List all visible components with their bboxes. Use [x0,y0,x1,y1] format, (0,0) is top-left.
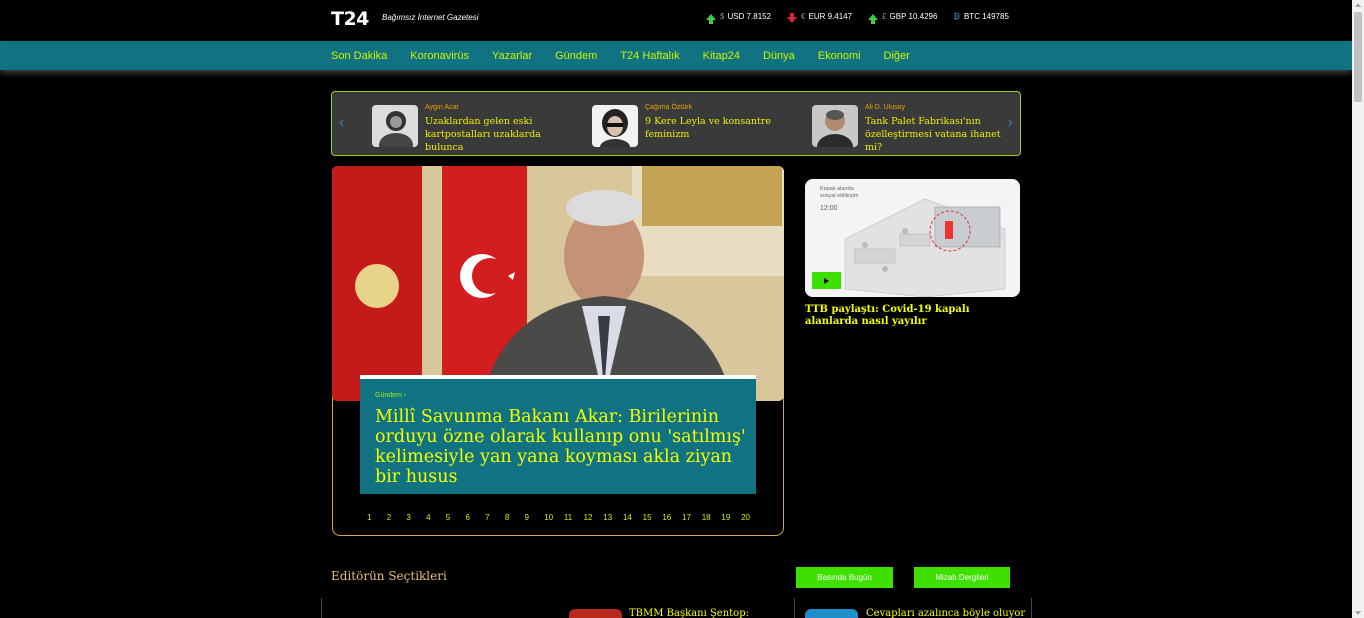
pager-item[interactable]: 3 [406,513,426,522]
pager-item[interactable]: 4 [426,513,446,522]
arrow-up-icon [706,13,716,24]
article-title[interactable]: TBMM Başkanı Şentop: [629,608,749,618]
headline-card[interactable]: Gündem › Millî Savunma Bakanı Akar: Biri… [360,375,756,494]
site-tagline: Bağımsız İnternet Gazetesi [382,13,479,22]
columnist-item[interactable]: Aygın Acar Uzaklardan gelen eski kartpos… [372,104,572,157]
nav-item-t24-haftalik[interactable]: T24 Haftalık [620,50,679,62]
pager-item[interactable]: 5 [446,513,466,522]
dollar-icon: $ [720,12,725,21]
article-title[interactable]: Cevapları azalınca böyle oluyor [866,608,1025,618]
rate-btc-label: BTC 149785 [963,12,1009,21]
scroll-thumb[interactable] [1354,12,1362,102]
chevron-left-icon[interactable]: ‹ [339,114,344,132]
pager-item[interactable]: 18 [702,513,722,522]
column-title[interactable]: 9 Kere Leyla ve konsantre feminizm [645,115,783,141]
mizah-dergileri-button[interactable]: Mizah Dergileri [914,567,1010,588]
pager-item[interactable]: 7 [485,513,505,522]
author-photo [812,105,858,160]
rate-btc: ₿ BTC 149785 [953,12,1008,21]
page-scrollbar[interactable] [1352,0,1364,618]
pager-item[interactable]: 17 [682,513,702,522]
pager-item[interactable]: 10 [544,513,564,522]
rate-gbp-label: GBP 10.4296 [889,12,938,21]
currency-rates: $ USD 7.8152 € EUR 9.4147 £ GBP 10.4296 … [706,12,1009,24]
arrow-up-icon [868,13,879,24]
euro-icon: € [801,12,806,21]
basinda-bugun-button[interactable]: Basında Bugün [796,567,893,588]
video-overlay-label: Kapalı alanda sosyal etkileşim [820,186,859,199]
pager-item[interactable]: 2 [387,513,407,522]
headline-pager: 1 2 3 4 5 6 7 8 9 10 11 12 13 14 15 16 1… [367,513,761,522]
divider [321,598,322,618]
rate-usd: $ USD 7.8152 [706,12,772,24]
article-thumbnail[interactable] [805,609,858,618]
author-name: Aygın Acar [425,104,459,111]
play-button[interactable] [812,272,841,289]
video-overlay-time: 12:00 [820,205,838,212]
chevron-right-icon[interactable]: › [1008,114,1013,132]
editors-picks-heading: Editörün Seçtikleri [331,569,447,583]
divider [794,598,795,618]
author-name: Çağıma Öztürk [645,104,693,111]
site-logo[interactable]: T24 [331,8,369,30]
nav-item-son-dakika[interactable]: Son Dakika [331,50,387,62]
headline-category[interactable]: Gündem › [375,392,406,399]
pager-item[interactable]: 8 [505,513,525,522]
nav-item-yazarlar[interactable]: Yazarlar [492,50,532,62]
main-nav: Son Dakika Koronavirüs Yazarlar Gündem T… [0,41,1352,70]
nav-item-koronavirus[interactable]: Koronavirüs [410,50,469,62]
pager-item[interactable]: 20 [741,513,761,522]
arrow-down-icon [787,12,798,23]
divider [1031,598,1032,618]
nav-item-kitap24[interactable]: Kitap24 [703,50,740,62]
article-thumbnail[interactable] [569,609,622,618]
pager-item[interactable]: 13 [603,513,623,522]
rate-eur-label: EUR 9.4147 [808,12,853,21]
pager-item[interactable]: 15 [643,513,663,522]
nav-item-diger[interactable]: Diğer [884,50,910,62]
pager-item[interactable]: 12 [584,513,604,522]
scroll-up-icon[interactable] [1355,3,1361,7]
pager-item[interactable]: 1 [367,513,387,522]
pager-item[interactable]: 9 [525,513,545,522]
play-icon [824,277,829,284]
headline-title[interactable]: Millî Savunma Bakanı Akar: Birilerinin o… [375,407,750,487]
columnist-item[interactable]: Ali D. Ulusoy Tank Palet Fabrikası'nın ö… [812,104,1012,160]
author-name: Ali D. Ulusoy [865,104,906,111]
nav-item-gundem[interactable]: Gündem [555,50,597,62]
columnist-slider: ‹ Aygın Acar Uzaklardan gelen eski kartp… [331,91,1021,160]
pager-item[interactable]: 6 [465,513,485,522]
nav-item-ekonomi[interactable]: Ekonomi [818,50,861,62]
pager-item[interactable]: 14 [623,513,643,522]
bitcoin-icon: ₿ [953,12,960,21]
rate-eur: € EUR 9.4147 [787,12,853,23]
column-title[interactable]: Tank Palet Fabrikası'nın özelleştirmesi … [865,115,1003,154]
scroll-down-icon[interactable] [1355,611,1361,615]
side-video-title[interactable]: TTB paylaştı: Covid-19 kapalı alanlarda … [805,304,1020,328]
pager-item[interactable]: 16 [662,513,682,522]
column-title[interactable]: Uzaklardan gelen eski kartpostalları uza… [425,115,563,154]
rate-usd-label: USD 7.8152 [727,12,772,21]
nav-item-dunya[interactable]: Dünya [763,50,795,62]
side-video-card[interactable]: Kapalı alanda sosyal etkileşim 12:00 [805,179,1020,297]
author-photo [592,105,638,155]
author-photo [372,105,418,157]
pager-item[interactable]: 11 [564,513,584,522]
rate-gbp: £ GBP 10.4296 [868,12,938,24]
headline-image[interactable] [332,166,784,401]
pager-item[interactable]: 19 [721,513,741,522]
pound-icon: £ [882,12,887,21]
columnist-item[interactable]: Çağıma Öztürk 9 Kere Leyla ve konsantre … [592,104,792,155]
top-header: T24 Bağımsız İnternet Gazetesi $ USD 7.8… [0,0,1352,41]
